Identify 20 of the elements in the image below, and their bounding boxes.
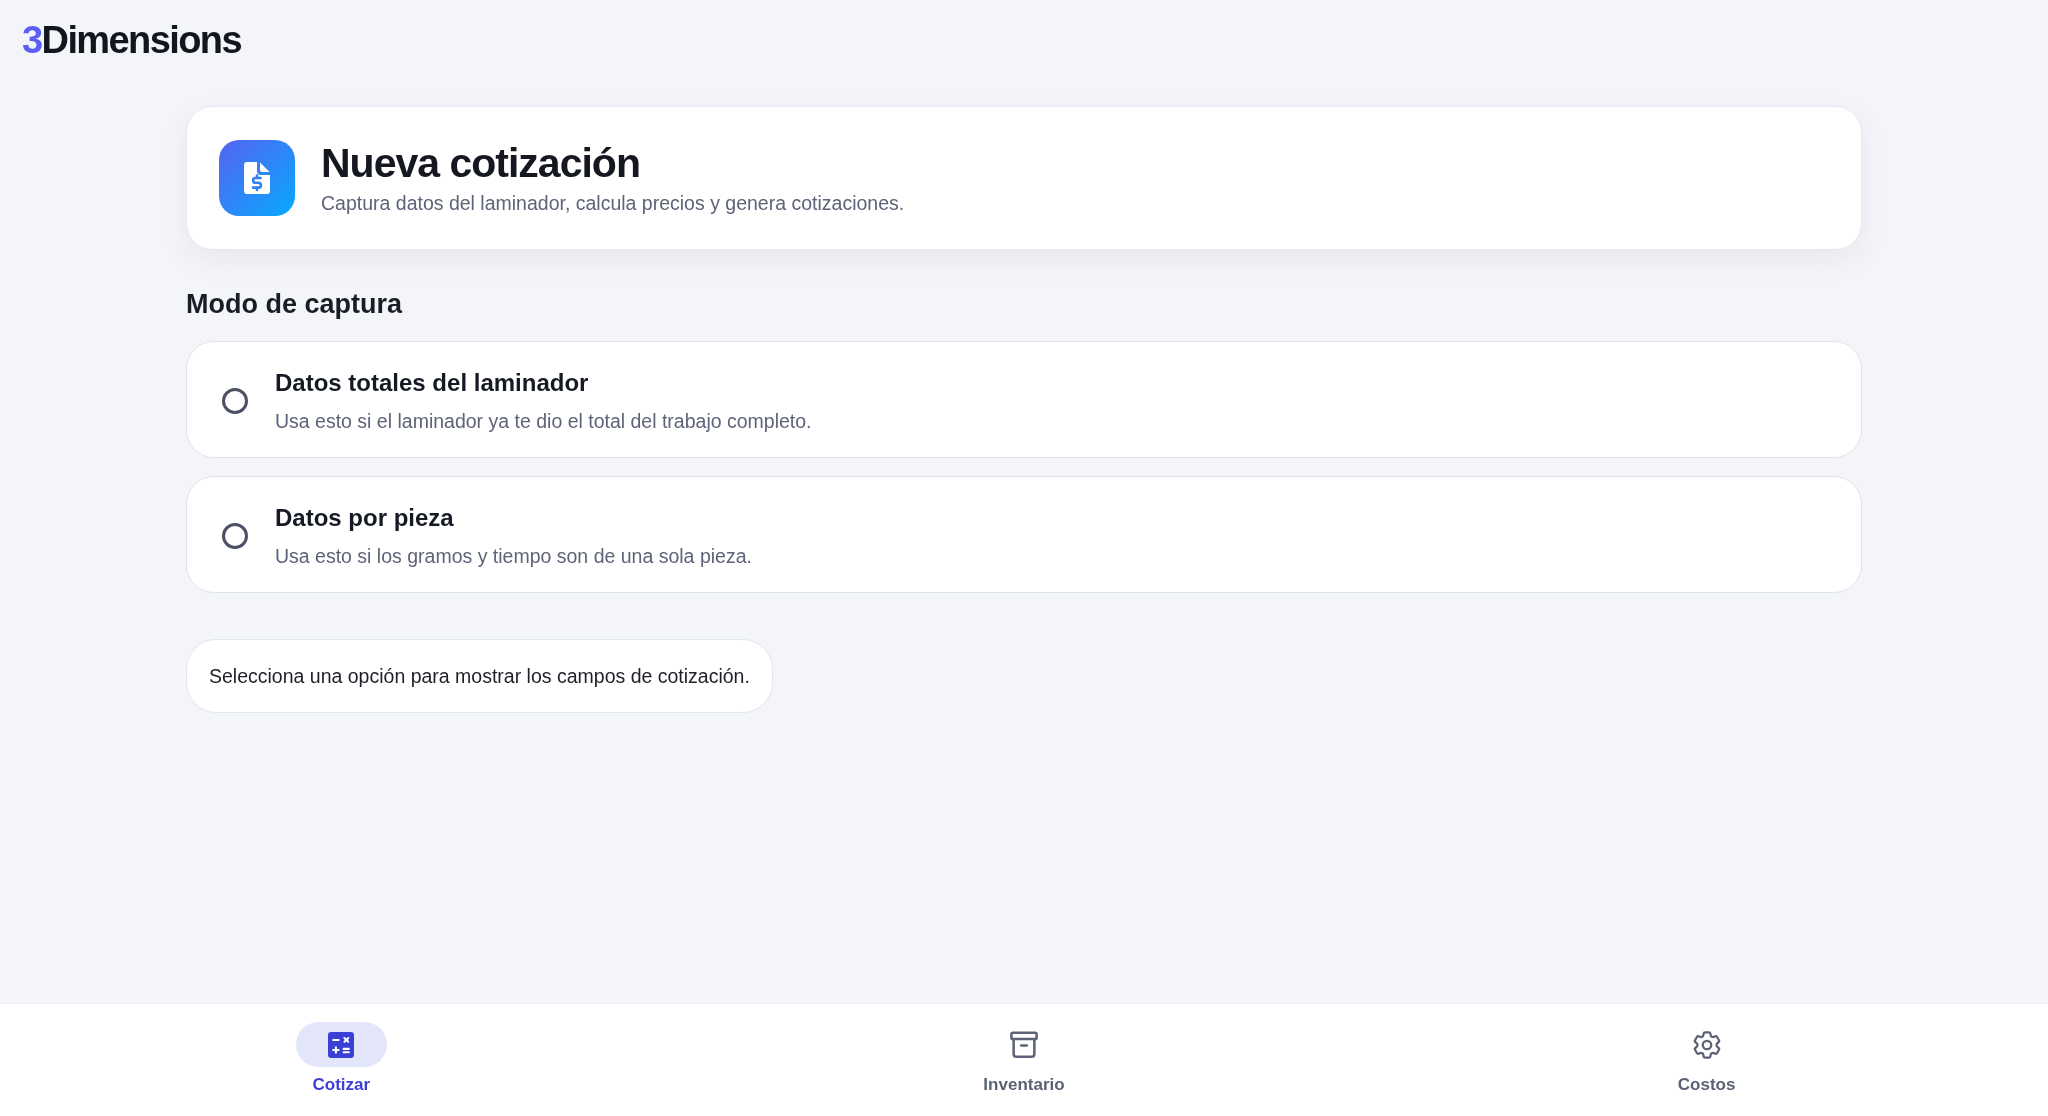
radio-button[interactable] xyxy=(222,522,248,549)
settings-icon xyxy=(1692,1030,1721,1059)
hint-message: Selecciona una opción para mostrar los campos de cotización. xyxy=(186,639,773,713)
nav-tab[interactable]: Inventario xyxy=(983,1022,1065,1096)
brand-logo: 3Dimensions xyxy=(22,19,241,61)
radio-button[interactable] xyxy=(222,387,248,414)
section-heading: Modo de captura xyxy=(186,288,402,321)
document-dollar-icon xyxy=(219,140,295,216)
nav-tab[interactable]: Cotizar xyxy=(295,1022,387,1096)
mode-option-card[interactable]: Datos totales del laminador Usa esto si el laminador ya te dio el total del trabajo completo. xyxy=(186,341,1862,458)
mode-option-card[interactable]: Datos por pieza Usa esto si los gramos y tiempo son de una sola pieza. xyxy=(186,476,1862,593)
page-title: Nueva cotización xyxy=(321,140,640,186)
page-subtitle: Captura datos del laminador, calcula precios y genera cotizaciones. xyxy=(321,191,905,216)
calculator-icon xyxy=(295,1022,387,1067)
option-title: Datos totales del laminador xyxy=(275,368,589,398)
option-title: Datos por pieza xyxy=(275,503,454,533)
archive-box-icon xyxy=(1010,1030,1038,1059)
nav-tab[interactable]: Costos xyxy=(1677,1022,1736,1096)
option-description: Usa esto si el laminador ya te dio el total del trabajo completo. xyxy=(275,409,812,434)
option-description: Usa esto si los gramos y tiempo son de una sola pieza. xyxy=(275,544,752,569)
